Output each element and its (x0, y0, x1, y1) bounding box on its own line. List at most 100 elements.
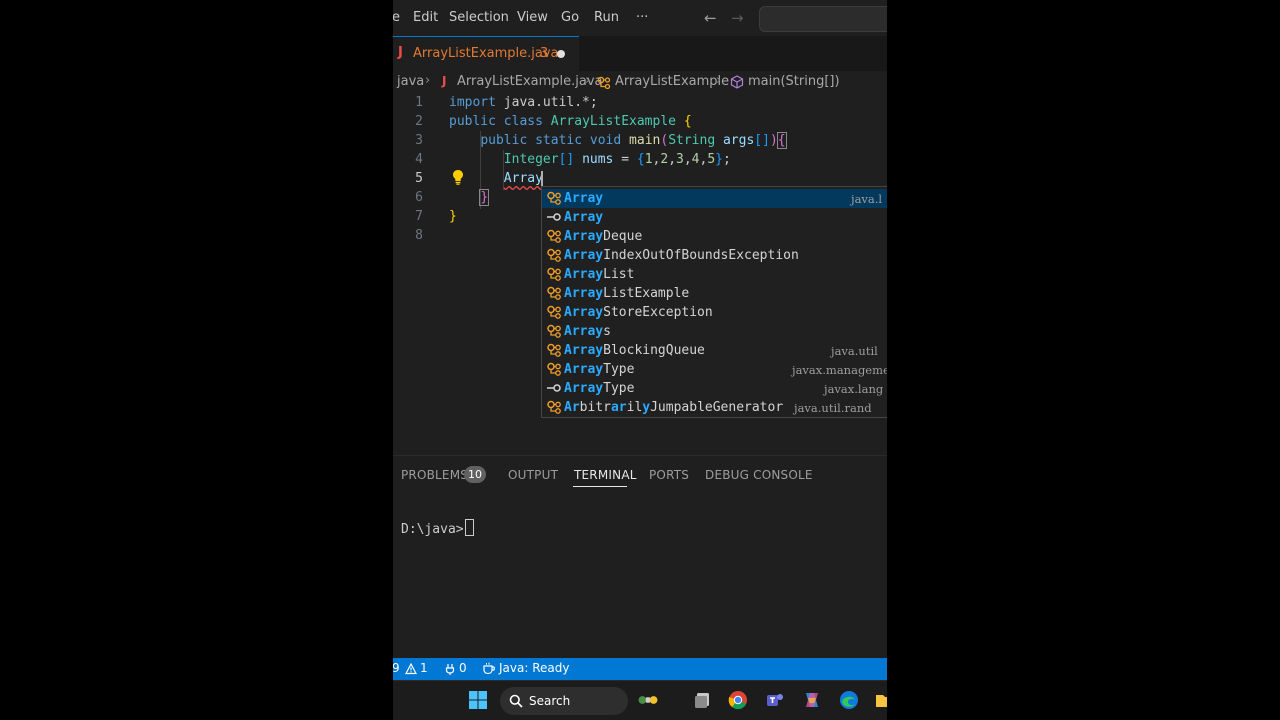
suggestion-label: ArrayIndexOutOfBoundsException (564, 248, 799, 263)
vscode-window: e Edit Selection View Go Run ··· ← → J A… (393, 0, 887, 720)
class-symbol-icon (597, 76, 611, 89)
suggestion-label: Array (564, 210, 603, 225)
suggestion-item[interactable]: Arrays (542, 322, 887, 341)
suggestion-item[interactable]: ArrayListExample (542, 284, 887, 303)
tab-ports[interactable]: PORTS (649, 468, 689, 482)
terminal-prompt: D:\java> (401, 522, 464, 537)
warning-count[interactable]: 1 (420, 661, 428, 675)
terminal-output[interactable]: D:\java> (401, 519, 474, 537)
suggestion-match: Array (564, 381, 604, 396)
menu-run[interactable]: Run (594, 10, 619, 25)
tab-problems[interactable]: PROBLEMS (401, 468, 468, 482)
suggestion-detail: java.l (851, 192, 883, 206)
chevron-right-icon: › (585, 73, 591, 88)
menu-selection[interactable]: Selection (449, 10, 509, 25)
chevron-right-icon: › (425, 73, 431, 88)
breadcrumb-method[interactable]: main(String[]) (748, 74, 840, 89)
class-icon (547, 400, 561, 414)
chevron-right-icon: › (716, 73, 722, 88)
unsaved-dot-icon[interactable] (557, 50, 565, 58)
tab-output[interactable]: OUTPUT (508, 468, 558, 482)
breadcrumb-file[interactable]: ArrayListExample.java (457, 74, 603, 89)
class-icon (547, 324, 561, 338)
class-icon (547, 305, 561, 319)
suggestion-item[interactable]: ArrayType javax.lang (542, 379, 887, 398)
menu-edit[interactable]: Edit (413, 10, 438, 25)
code-line: import java.util.*; (449, 95, 598, 110)
error-count[interactable]: 9 (393, 661, 400, 675)
menu-more[interactable]: ··· (636, 10, 648, 25)
suggestion-item[interactable]: ArrayIndexOutOfBoundsException (542, 246, 887, 265)
suggestion-rest: IndexOutOfBoundsException (603, 248, 799, 263)
widgets-icon[interactable] (638, 690, 658, 710)
tab-arraylistexample[interactable]: J ArrayListExample.java 3 (393, 36, 579, 71)
tab-debug-console[interactable]: DEBUG CONSOLE (705, 468, 813, 482)
line-number-current: 5 (415, 171, 423, 186)
suggestion-match: Array (564, 286, 604, 301)
search-icon (509, 694, 523, 708)
menu-file[interactable]: e (393, 10, 400, 25)
folder-icon[interactable] (875, 690, 887, 710)
suggestion-rest: ListExample (603, 286, 690, 301)
class-icon (547, 362, 561, 376)
suggestion-item[interactable]: Array (542, 208, 887, 227)
code-line: public static void main(String args[]){ (480, 132, 787, 149)
command-center-search[interactable] (759, 6, 887, 32)
copilot-icon[interactable] (802, 690, 822, 710)
code-line-current: Array (449, 171, 543, 186)
breadcrumb-folder[interactable]: java (397, 74, 424, 89)
suggestion-item[interactable]: ArrayList (542, 265, 887, 284)
forward-arrow-icon[interactable]: → (731, 9, 744, 27)
suggestion-rest: BlockingQueue (603, 343, 705, 358)
file-explorer-icon[interactable] (693, 690, 713, 710)
breadcrumb-class[interactable]: ArrayListExample (615, 74, 729, 89)
teams-icon[interactable] (765, 690, 785, 710)
tab-filename: ArrayListExample.java (413, 46, 559, 61)
suggestion-item[interactable]: ArbitrarilyJumpableGenerator java.util.ra… (542, 398, 887, 417)
java-status[interactable]: Java: Ready (499, 661, 569, 675)
code-line: } (449, 209, 457, 224)
typed-text: Array (503, 171, 543, 186)
suggestion-item[interactable]: ArrayBlockingQueue java.util (542, 341, 887, 360)
line-number: 7 (415, 209, 423, 224)
chrome-icon[interactable] (728, 690, 748, 710)
edge-icon[interactable] (839, 690, 859, 710)
line-number: 1 (415, 95, 423, 110)
suggestion-match: Array (564, 343, 604, 358)
class-icon (547, 286, 561, 300)
class-icon (547, 267, 561, 281)
ports-count[interactable]: 0 (459, 661, 467, 675)
suggestion-item[interactable]: Array java.l (542, 189, 887, 208)
code-line: } (479, 189, 490, 206)
suggestion-label: ArrayList (564, 267, 634, 282)
suggestion-item[interactable]: ArrayType javax.managemer (542, 360, 887, 379)
java-coffee-icon (483, 662, 495, 675)
menu-view[interactable]: View (517, 10, 548, 25)
tab-terminal[interactable]: TERMINAL (574, 468, 637, 482)
suggestion-label: ArrayDeque (564, 229, 642, 244)
code-line: Integer[] nums = {1,2,3,4,5}; (503, 152, 731, 167)
suggestion-item[interactable]: ArrayStoreException (542, 303, 887, 322)
tab-problem-count: 3 (540, 46, 549, 61)
suggestion-label: Arrays (564, 324, 611, 339)
suggestion-match: Array (564, 191, 604, 206)
interface-icon (547, 213, 561, 221)
back-arrow-icon[interactable]: ← (704, 9, 717, 27)
menu-go[interactable]: Go (561, 10, 579, 25)
suggestion-match: Array (564, 305, 604, 320)
problems-count-badge: 10 (464, 466, 486, 483)
windows-start-icon[interactable] (468, 690, 488, 710)
suggestion-rest: Type (603, 381, 635, 396)
autocomplete-suggestions: Array java.l Array ArrayDeque ArrayIndexOutO… (541, 186, 887, 418)
editor-tab-bar: J ArrayListExample.java 3 (393, 36, 887, 71)
suggestion-label: ArrayType (564, 381, 634, 396)
line-number: 3 (415, 133, 423, 148)
suggestion-item[interactable]: ArrayDeque (542, 227, 887, 246)
suggestion-label: ArbitrarilyJumpableGenerator (564, 400, 783, 415)
line-number: 6 (415, 190, 423, 205)
suggestion-match: Array (564, 229, 604, 244)
terminal-cursor (464, 519, 474, 536)
line-number: 4 (415, 152, 423, 167)
warning-icon (405, 663, 417, 675)
suggestion-rest: StoreException (603, 305, 713, 320)
